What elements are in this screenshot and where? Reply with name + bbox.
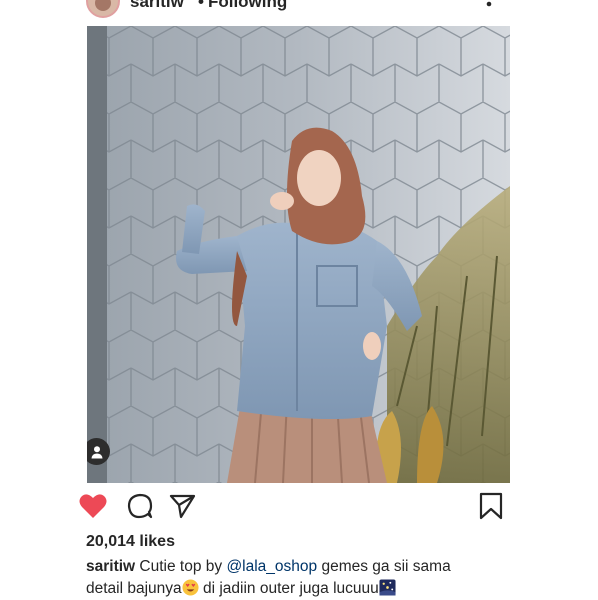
user-tag-icon [91, 445, 102, 458]
post-photo[interactable] [87, 26, 510, 483]
comment-button[interactable] [126, 492, 154, 520]
heart-eyes-emoji-icon [182, 579, 199, 596]
header-separator: • [198, 0, 204, 11]
like-button[interactable] [78, 492, 107, 520]
caption-text-1: Cutie top by [135, 558, 227, 575]
post-header: saritiw • Following [86, 0, 506, 18]
share-button[interactable] [168, 492, 196, 520]
post-caption: saritiw Cutie top by @lala_oshop gemes g… [86, 556, 506, 600]
follow-status-label: Following [207, 0, 288, 11]
caption-line-2: detail bajunya di jadiin outer juga lucu… [86, 578, 506, 600]
caption-text-2: gemes ga sii sama [317, 558, 451, 575]
save-button[interactable] [478, 492, 506, 520]
caption-username[interactable]: saritiw [86, 558, 135, 575]
heart-icon [79, 494, 107, 518]
header-follow-status[interactable]: • Following [194, 0, 287, 12]
likes-count[interactable]: 20,014 likes [86, 533, 175, 551]
caption-text-4: di jadiin outer juga lucuuu [198, 580, 379, 597]
caption-line-1: saritiw Cutie top by @lala_oshop gemes g… [86, 556, 506, 578]
more-vertical-icon[interactable] [486, 0, 492, 10]
caption-mention[interactable]: @lala_oshop [226, 558, 317, 575]
photo-illustration [87, 26, 510, 483]
comment-icon [127, 493, 153, 519]
avatar[interactable] [86, 0, 120, 18]
action-bar [79, 492, 506, 526]
night-sky-emoji-icon [379, 579, 396, 596]
paper-plane-icon [169, 494, 196, 519]
header-username[interactable]: saritiw [130, 0, 184, 12]
bookmark-icon [479, 492, 503, 520]
caption-text-3: detail bajunya [86, 580, 182, 597]
